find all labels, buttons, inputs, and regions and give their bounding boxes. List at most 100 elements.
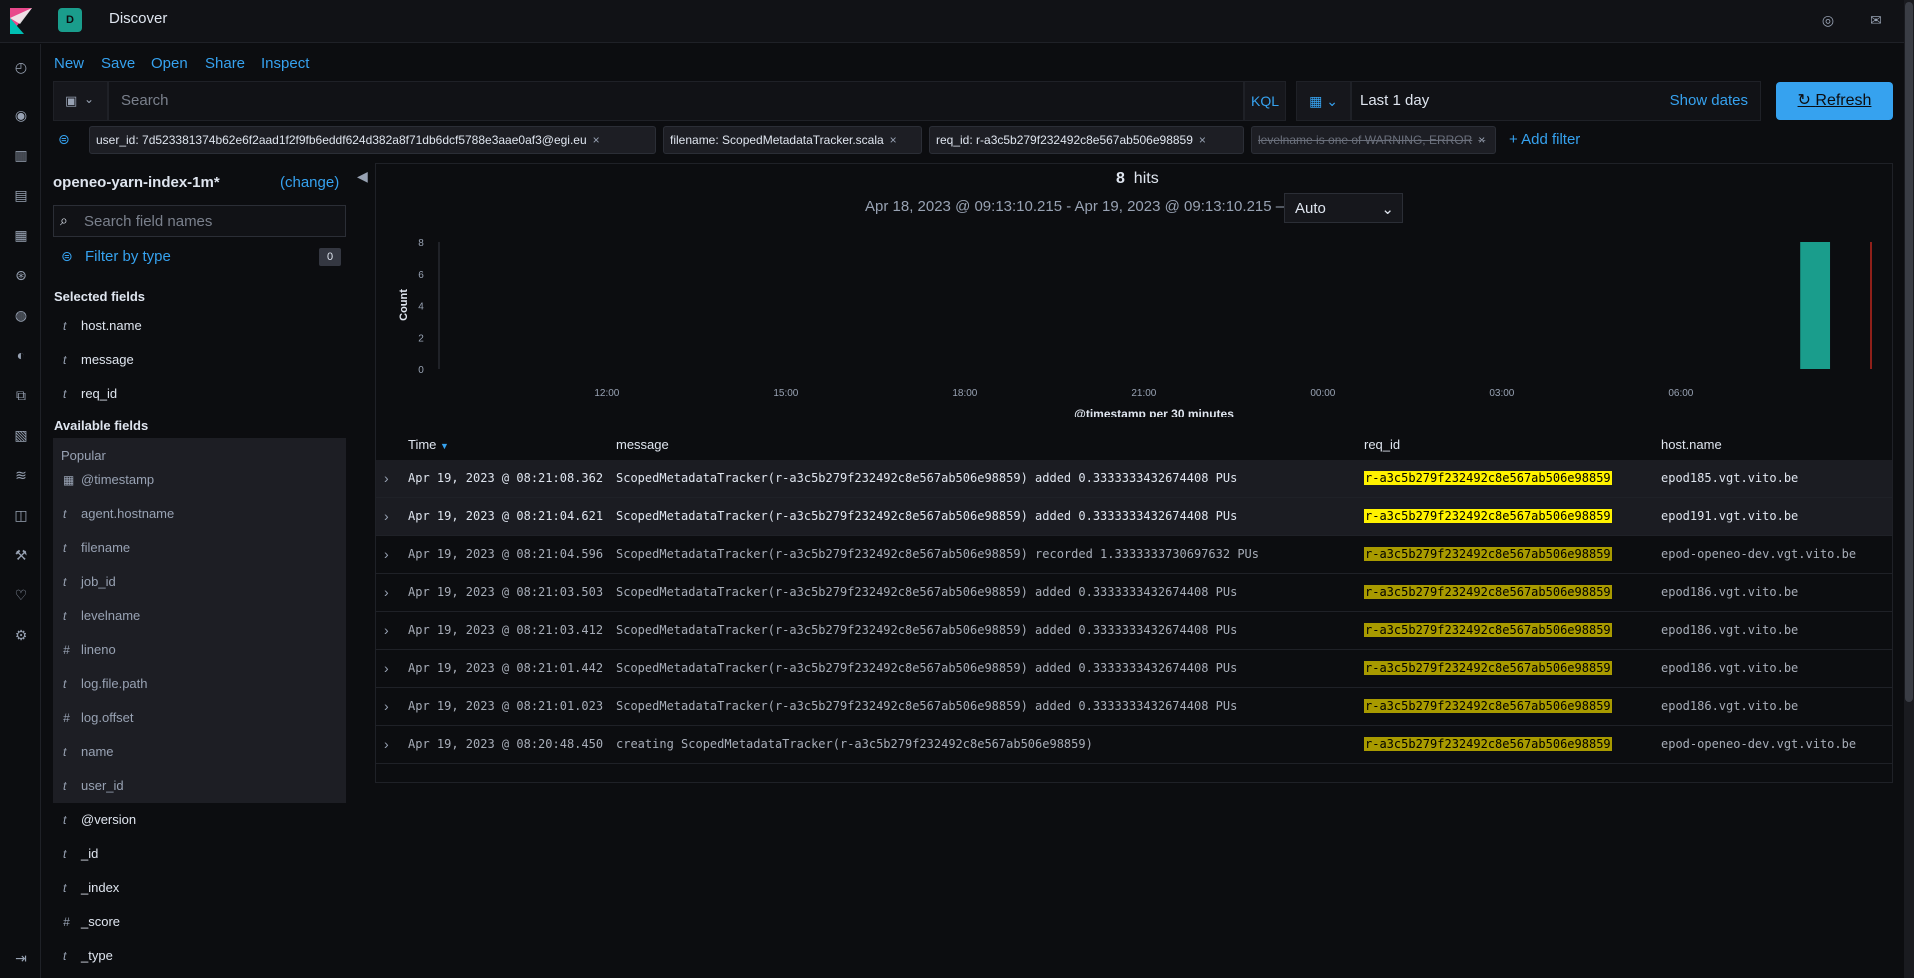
table-row[interactable]: › Apr 19, 2023 @ 08:21:03.503 ScopedMetada… — [376, 574, 1892, 612]
refresh-button[interactable]: ↻ Refresh — [1776, 82, 1893, 120]
expand-row-icon[interactable]: › — [384, 698, 389, 714]
field-item[interactable]: t filename — [53, 532, 346, 566]
help-icon[interactable]: ◎ — [1819, 12, 1837, 30]
field-search-input[interactable]: Search field names — [53, 205, 346, 237]
filter-pill-levelname[interactable]: levelname is one of WARNING, ERROR × — [1251, 126, 1496, 154]
filter-icon: ⊜ — [61, 248, 73, 264]
filter-options-icon[interactable]: ⊜ — [58, 131, 70, 148]
expand-row-icon[interactable]: › — [384, 736, 389, 752]
expand-row-icon[interactable]: › — [384, 508, 389, 524]
row-message: ScopedMetadataTracker(r-a3c5b279f232492c… — [616, 699, 1238, 713]
expand-row-icon[interactable]: › — [384, 470, 389, 486]
field-item[interactable]: t _id — [54, 838, 346, 872]
selected-fields-header: Selected fields — [54, 289, 146, 304]
saved-query-button[interactable]: ▣ ⌄ — [53, 81, 108, 121]
field-type-icon: # — [63, 711, 70, 725]
apm-icon[interactable]: ≋ — [12, 466, 30, 484]
share-button[interactable]: Share — [205, 55, 245, 72]
logs-icon[interactable]: ⧉ — [12, 386, 30, 404]
field-item[interactable]: t agent.hostname — [53, 498, 346, 532]
clock-icon[interactable]: ◴ — [12, 58, 30, 76]
new-button[interactable]: New — [54, 55, 84, 72]
field-item[interactable]: t user_id — [53, 770, 346, 804]
users-icon[interactable]: ◐ — [12, 346, 30, 364]
quick-date-button[interactable]: ▦ ⌄ — [1296, 81, 1351, 121]
table-row[interactable]: › Apr 19, 2023 @ 08:21:01.023 ScopedMetada… — [376, 688, 1892, 726]
kibana-logo-icon[interactable] — [10, 8, 32, 34]
date-range-picker[interactable]: Last 1 day Show dates — [1351, 81, 1761, 121]
filter-label: req_id: r-a3c5b279f232492c8e567ab506e988… — [936, 133, 1193, 147]
canvas-icon[interactable]: ▦ — [12, 226, 30, 244]
column-header-req-id[interactable]: req_id — [1364, 437, 1400, 452]
devtools-icon[interactable]: ⚒ — [12, 546, 30, 564]
inspect-button[interactable]: Inspect — [261, 55, 309, 72]
field-type-icon: t — [63, 677, 67, 691]
field-item[interactable]: t job_id — [53, 566, 346, 600]
expand-row-icon[interactable]: › — [384, 584, 389, 600]
dock-icon[interactable]: ⇥ — [12, 949, 30, 967]
histogram-chart: 0 2 4 6 8 12:00 15:00 18:00 21:00 00:00 03:00 06:00… — [398, 238, 1872, 417]
table-row[interactable]: › Apr 19, 2023 @ 08:20:48.450 creating Sco… — [376, 726, 1892, 764]
interval-select[interactable]: Auto ⌄ — [1284, 193, 1403, 223]
dashboard-icon[interactable]: ▤ — [12, 186, 30, 204]
mail-icon[interactable]: ✉ — [1867, 12, 1885, 30]
close-icon[interactable]: × — [593, 133, 600, 147]
field-item[interactable]: # log.offset — [53, 702, 346, 736]
table-row[interactable]: › Apr 19, 2023 @ 08:21:01.442 ScopedMetada… — [376, 650, 1892, 688]
kql-toggle[interactable]: KQL — [1244, 81, 1286, 121]
table-row[interactable]: › Apr 19, 2023 @ 08:21:03.412 ScopedMetada… — [376, 612, 1892, 650]
x-tick-label: 06:00 — [1668, 388, 1693, 399]
column-header-host[interactable]: host.name — [1661, 437, 1722, 452]
add-filter-button[interactable]: + Add filter — [1509, 131, 1580, 148]
row-time: Apr 19, 2023 @ 08:21:04.621 — [408, 509, 604, 523]
field-item[interactable]: t log.file.path — [53, 668, 346, 702]
field-item[interactable]: t message — [54, 344, 346, 378]
field-item[interactable]: # lineno — [53, 634, 346, 668]
filter-by-type-button[interactable]: Filter by type — [85, 248, 171, 265]
field-item[interactable]: t _type — [54, 940, 346, 974]
field-item[interactable]: t host.name — [54, 310, 346, 344]
expand-row-icon[interactable]: › — [384, 546, 389, 562]
sort-down-icon[interactable]: ▼ — [440, 441, 449, 451]
security-icon[interactable]: ◫ — [12, 506, 30, 524]
infra-icon[interactable]: ▧ — [12, 426, 30, 444]
field-item[interactable]: t _index — [54, 872, 346, 906]
column-header-message[interactable]: message — [616, 437, 669, 452]
management-icon[interactable]: ⚙ — [12, 626, 30, 644]
space-avatar[interactable]: D — [58, 8, 82, 32]
scrollbar-thumb[interactable] — [1905, 2, 1913, 702]
filter-count-badge: 0 — [319, 248, 341, 266]
compass-icon[interactable]: ◉ — [12, 106, 30, 124]
table-row[interactable]: › Apr 19, 2023 @ 08:21:04.621 ScopedMetada… — [376, 498, 1892, 536]
filter-pill-filename[interactable]: filename: ScopedMetadataTracker.scala × — [663, 126, 922, 154]
expand-row-icon[interactable]: › — [384, 660, 389, 676]
collapse-sidebar-icon[interactable]: ◀ — [357, 168, 368, 185]
ml-icon[interactable]: ◍ — [12, 306, 30, 324]
field-item[interactable]: t @version — [54, 804, 346, 838]
close-icon[interactable]: × — [1478, 133, 1485, 147]
close-icon[interactable]: × — [890, 133, 897, 147]
field-item[interactable]: t levelname — [53, 600, 346, 634]
table-row[interactable]: › Apr 19, 2023 @ 08:21:04.596 ScopedMetada… — [376, 536, 1892, 574]
search-input[interactable]: Search — [108, 81, 1244, 121]
table-row[interactable]: › Apr 19, 2023 @ 08:21:08.362 ScopedMetada… — [376, 460, 1892, 498]
open-button[interactable]: Open — [151, 55, 188, 72]
change-index-link[interactable]: (change) — [280, 174, 339, 191]
field-item[interactable]: t name — [53, 736, 346, 770]
monitoring-icon[interactable]: ♡ — [12, 586, 30, 604]
expand-row-icon[interactable]: › — [384, 622, 389, 638]
field-type-icon: t — [63, 353, 67, 367]
show-dates-link[interactable]: Show dates — [1670, 92, 1748, 109]
field-item[interactable]: # _score — [54, 906, 346, 940]
field-item[interactable]: t req_id — [54, 378, 346, 412]
save-button[interactable]: Save — [101, 55, 135, 72]
filter-pill-user-id[interactable]: user_id: 7d523381374b62e6f2aad1f2f9fb6ed… — [89, 126, 656, 154]
row-message: ScopedMetadataTracker(r-a3c5b279f232492c… — [616, 661, 1238, 675]
filter-pill-req-id[interactable]: req_id: r-a3c5b279f232492c8e567ab506e988… — [929, 126, 1244, 154]
maps-icon[interactable]: ⊛ — [12, 266, 30, 284]
visualize-icon[interactable]: ▥ — [12, 146, 30, 164]
column-header-time[interactable]: Time ▼ — [408, 437, 449, 452]
field-item[interactable]: ▦ @timestamp — [53, 464, 346, 498]
row-host: epod186.vgt.vito.be — [1661, 661, 1799, 675]
close-icon[interactable]: × — [1199, 133, 1206, 147]
